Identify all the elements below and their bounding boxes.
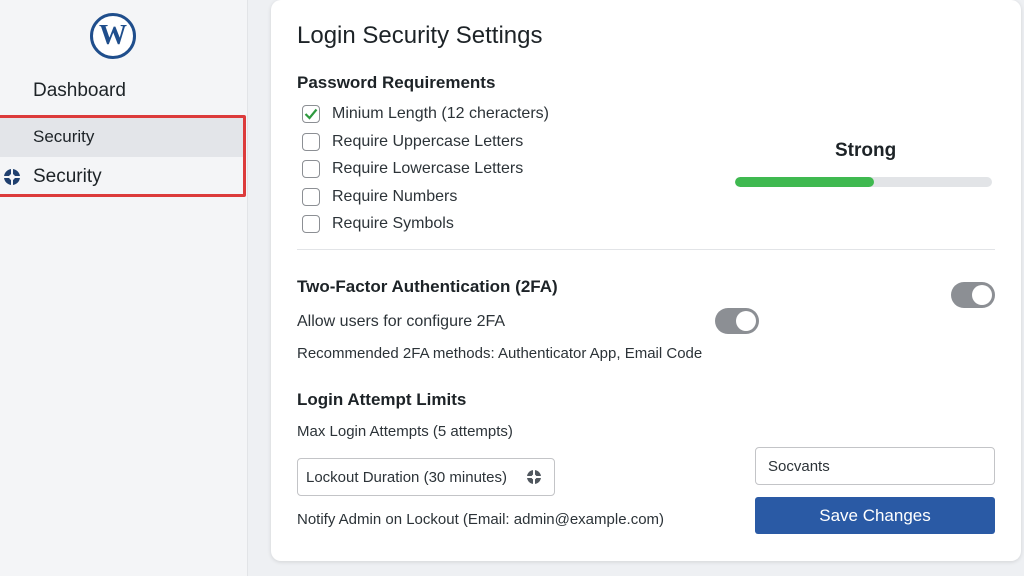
select-value: Lockout Duration (30 minutes)	[306, 468, 507, 486]
login-limits-heading: Login Attempt Limits	[297, 390, 467, 409]
option-label: Require Numbers	[332, 188, 458, 205]
section-divider	[297, 249, 995, 250]
save-changes-button[interactable]: Save Changes	[755, 497, 995, 534]
page-title: Login Security Settings	[297, 22, 543, 49]
option-lowercase[interactable]: Require Lowercase Letters	[302, 158, 523, 180]
wordpress-logo[interactable]: W	[90, 13, 136, 59]
twofa-methods-text: Recommended 2FA methods: Authenticator A…	[297, 345, 703, 362]
logo-letter: W	[99, 20, 127, 51]
sidebar: W Dashboard Security Security	[0, 0, 248, 576]
checkbox-checked[interactable]	[302, 105, 320, 123]
grid-icon	[3, 82, 21, 100]
check-icon	[304, 108, 318, 120]
max-attempts-text: Max Login Attempts (5 attempts)	[297, 423, 513, 440]
option-uppercase[interactable]: Require Uppercase Letters	[302, 131, 523, 153]
checkbox[interactable]	[302, 160, 320, 178]
sidebar-item-label: Security	[33, 166, 102, 187]
checkbox[interactable]	[302, 188, 320, 206]
toggle-knob	[736, 311, 756, 331]
checkbox[interactable]	[302, 133, 320, 151]
option-label: Require Uppercase Letters	[332, 133, 524, 150]
settings-icon	[526, 469, 542, 485]
sidebar-item-security[interactable]: Security	[0, 117, 246, 157]
twofa-toggle[interactable]	[951, 282, 995, 308]
password-strength-meter	[735, 177, 992, 187]
option-numbers[interactable]: Require Numbers	[302, 186, 457, 208]
allow-2fa-label: Allow users for configure 2FA	[297, 313, 506, 330]
text-input[interactable]	[755, 447, 995, 485]
toggle-knob	[972, 285, 992, 305]
settings-card: Login Security Settings Password Require…	[271, 0, 1021, 561]
option-label: Require Symbols	[332, 215, 454, 232]
option-symbols[interactable]: Require Symbols	[302, 213, 454, 235]
option-label: Require Lowercase Letters	[332, 160, 524, 177]
grid-icon	[3, 128, 21, 146]
sidebar-item-security-settings[interactable]: Security	[0, 157, 246, 197]
notify-admin-text: Notify Admin on Lockout (Email: admin@ex…	[297, 511, 665, 528]
allow-2fa-toggle[interactable]	[715, 308, 759, 334]
password-strength-fill	[735, 177, 874, 187]
sidebar-item-label: Dashboard	[33, 80, 126, 101]
settings-icon	[3, 168, 21, 186]
twofa-heading: Two-Factor Authentication (2FA)	[297, 277, 558, 296]
sidebar-item-dashboard[interactable]: Dashboard	[0, 71, 246, 111]
password-requirements-heading: Password Requirements	[297, 73, 496, 92]
password-strength-label: Strong	[835, 140, 897, 161]
sidebar-item-label: Security	[33, 127, 95, 146]
checkbox[interactable]	[302, 215, 320, 233]
option-label: Minium Length (12 cheracters)	[332, 105, 549, 122]
option-min-length[interactable]: Minium Length (12 cheracters)	[302, 103, 549, 125]
lockout-duration-select[interactable]: Lockout Duration (30 minutes)	[297, 458, 555, 496]
